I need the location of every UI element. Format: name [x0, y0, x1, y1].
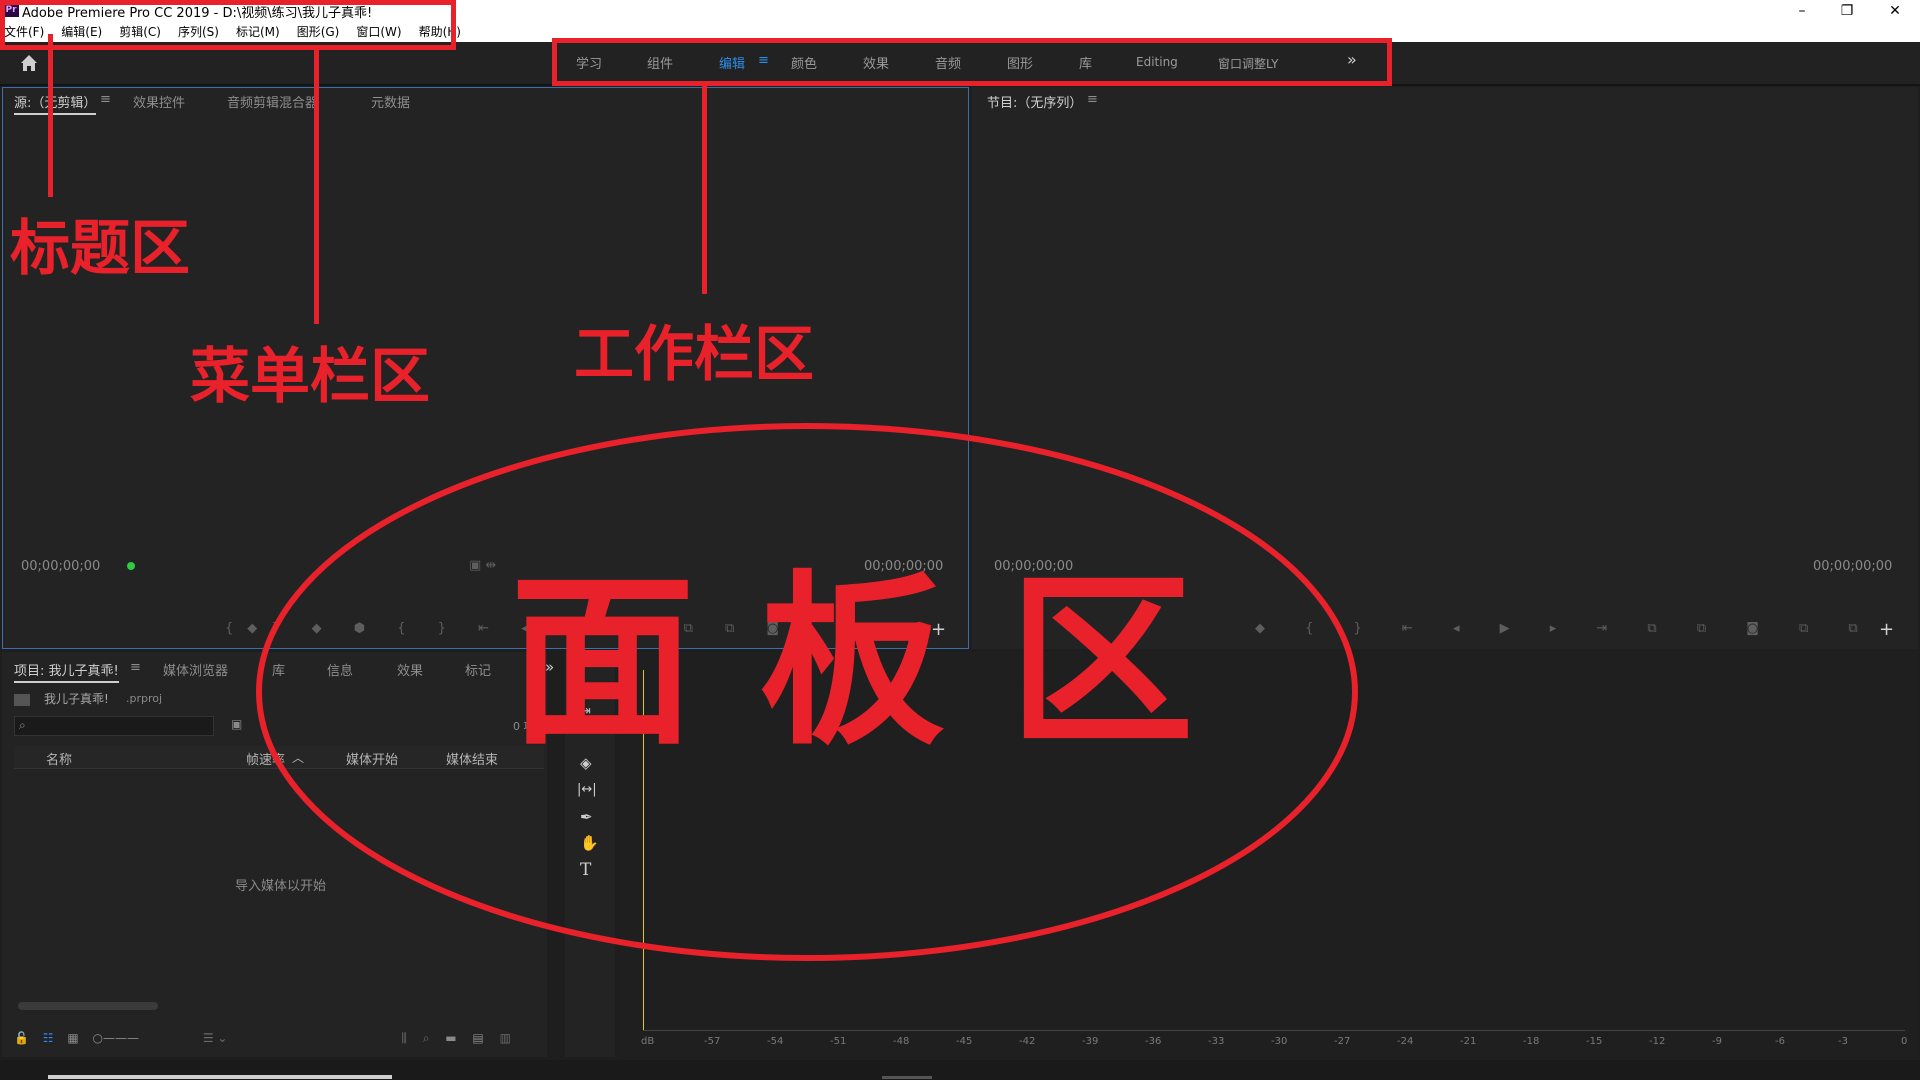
annotation-menu-area: 菜单栏区 [190, 342, 430, 412]
annotation-title-area: 标题区 [10, 214, 190, 284]
icon-view-icon[interactable]: ▦ [67, 1031, 78, 1045]
clear-icon[interactable]: ▥ [500, 1031, 511, 1045]
tab-media-browser[interactable]: 媒体浏览器 [163, 660, 228, 679]
new-item-icon[interactable]: ▤ [472, 1031, 483, 1045]
close-button[interactable]: ✕ [1880, 2, 1910, 20]
ruler-label: -9 [1712, 1036, 1722, 1047]
ruler-label: -54 [767, 1036, 784, 1047]
find-icon[interactable]: ⌕ [423, 1031, 430, 1045]
annotation-workspace-area: 工作栏区 [574, 320, 814, 390]
lock-icon[interactable]: 🔓 [14, 1031, 29, 1045]
annotation-box-workspace [552, 38, 1392, 86]
minimize-button[interactable]: – [1787, 2, 1817, 20]
annotation-panel-area: 面 板 区 [510, 554, 1194, 770]
audio-meter-baseline [643, 1030, 1905, 1031]
source-timecode-left[interactable]: 00;00;00;00 [21, 559, 100, 574]
tab-source[interactable]: 源:（无剪辑） [14, 92, 97, 115]
ruler-label: -6 [1775, 1036, 1785, 1047]
home-icon[interactable] [18, 52, 40, 74]
new-bin-from-search-icon[interactable]: ▣ [231, 717, 242, 731]
program-timecode-right: 00;00;00;00 [1813, 559, 1893, 574]
tab-effect-controls[interactable]: 效果控件 [133, 92, 185, 111]
tab-menu-icon[interactable]: ≡ [100, 92, 111, 107]
ruler-label: 0 [1901, 1036, 1908, 1047]
ruler-label: -48 [893, 1036, 910, 1047]
ruler-label: -27 [1334, 1036, 1351, 1047]
ruler-label: -12 [1649, 1036, 1666, 1047]
annotation-line-title [48, 34, 53, 197]
project-filename: 我儿子真乖! [44, 692, 109, 706]
program-menu-icon[interactable]: ≡ [1087, 92, 1098, 107]
zoom-slider[interactable]: ○——— [93, 1031, 139, 1045]
ruler-label: -21 [1460, 1036, 1477, 1047]
ruler-label: -45 [956, 1036, 973, 1047]
ruler-label: -51 [830, 1036, 847, 1047]
annotation-line-menu [314, 48, 319, 324]
annotation-line-workspace [702, 84, 707, 294]
project-tab-menu-icon[interactable]: ≡ [130, 660, 141, 675]
ruler-label: -15 [1586, 1036, 1603, 1047]
ruler-label: -42 [1019, 1036, 1036, 1047]
tab-project[interactable]: 项目: 我儿子真乖! [14, 660, 119, 683]
program-title[interactable]: 节目:（无序列） [987, 92, 1082, 111]
status-handle[interactable] [882, 1076, 932, 1079]
annotation-box-title-menu [0, 0, 456, 50]
column-name[interactable]: 名称 [46, 749, 72, 768]
project-footer: 🔓 ☷ ▦ ○——— ☰ ⌄ ⫼ ⌕ ▬ ▤ ▥ [14, 1031, 511, 1046]
ruler-label: -18 [1523, 1036, 1540, 1047]
tab-metadata[interactable]: 元数据 [371, 92, 410, 111]
project-search-input[interactable]: ⌕ [14, 716, 214, 736]
progress-indicator [48, 1075, 392, 1079]
ruler-label: -30 [1271, 1036, 1288, 1047]
ruler-label: dB [641, 1036, 655, 1047]
restore-button[interactable]: ❐ [1832, 2, 1862, 20]
list-view-icon[interactable]: ☷ [43, 1031, 54, 1045]
ruler-label: -39 [1082, 1036, 1099, 1047]
ruler-label: -33 [1208, 1036, 1225, 1047]
ruler-label: -24 [1397, 1036, 1414, 1047]
tab-audio-clip-mixer[interactable]: 音频剪辑混合器 [227, 92, 318, 111]
automate-to-sequence-icon[interactable]: ⫼ [401, 1031, 407, 1045]
new-bin-icon[interactable]: ▬ [445, 1031, 456, 1045]
project-file-icon [14, 694, 30, 706]
status-dot-icon [127, 562, 135, 570]
sort-icons-icon[interactable]: ☰ ⌄ [203, 1031, 228, 1045]
ruler-label: -36 [1145, 1036, 1162, 1047]
project-scrollbar[interactable] [18, 1002, 158, 1010]
project-extension: .prproj [126, 692, 163, 705]
search-icon: ⌕ [19, 718, 26, 732]
program-add-button[interactable]: + [1879, 619, 1894, 640]
ruler-label: -57 [704, 1036, 721, 1047]
audio-meter-ruler: dB -57 -54 -51 -48 -45 -42 -39 -36 -33 -30 -27 -24 -2… [641, 1036, 1907, 1050]
ruler-label: -3 [1838, 1036, 1848, 1047]
